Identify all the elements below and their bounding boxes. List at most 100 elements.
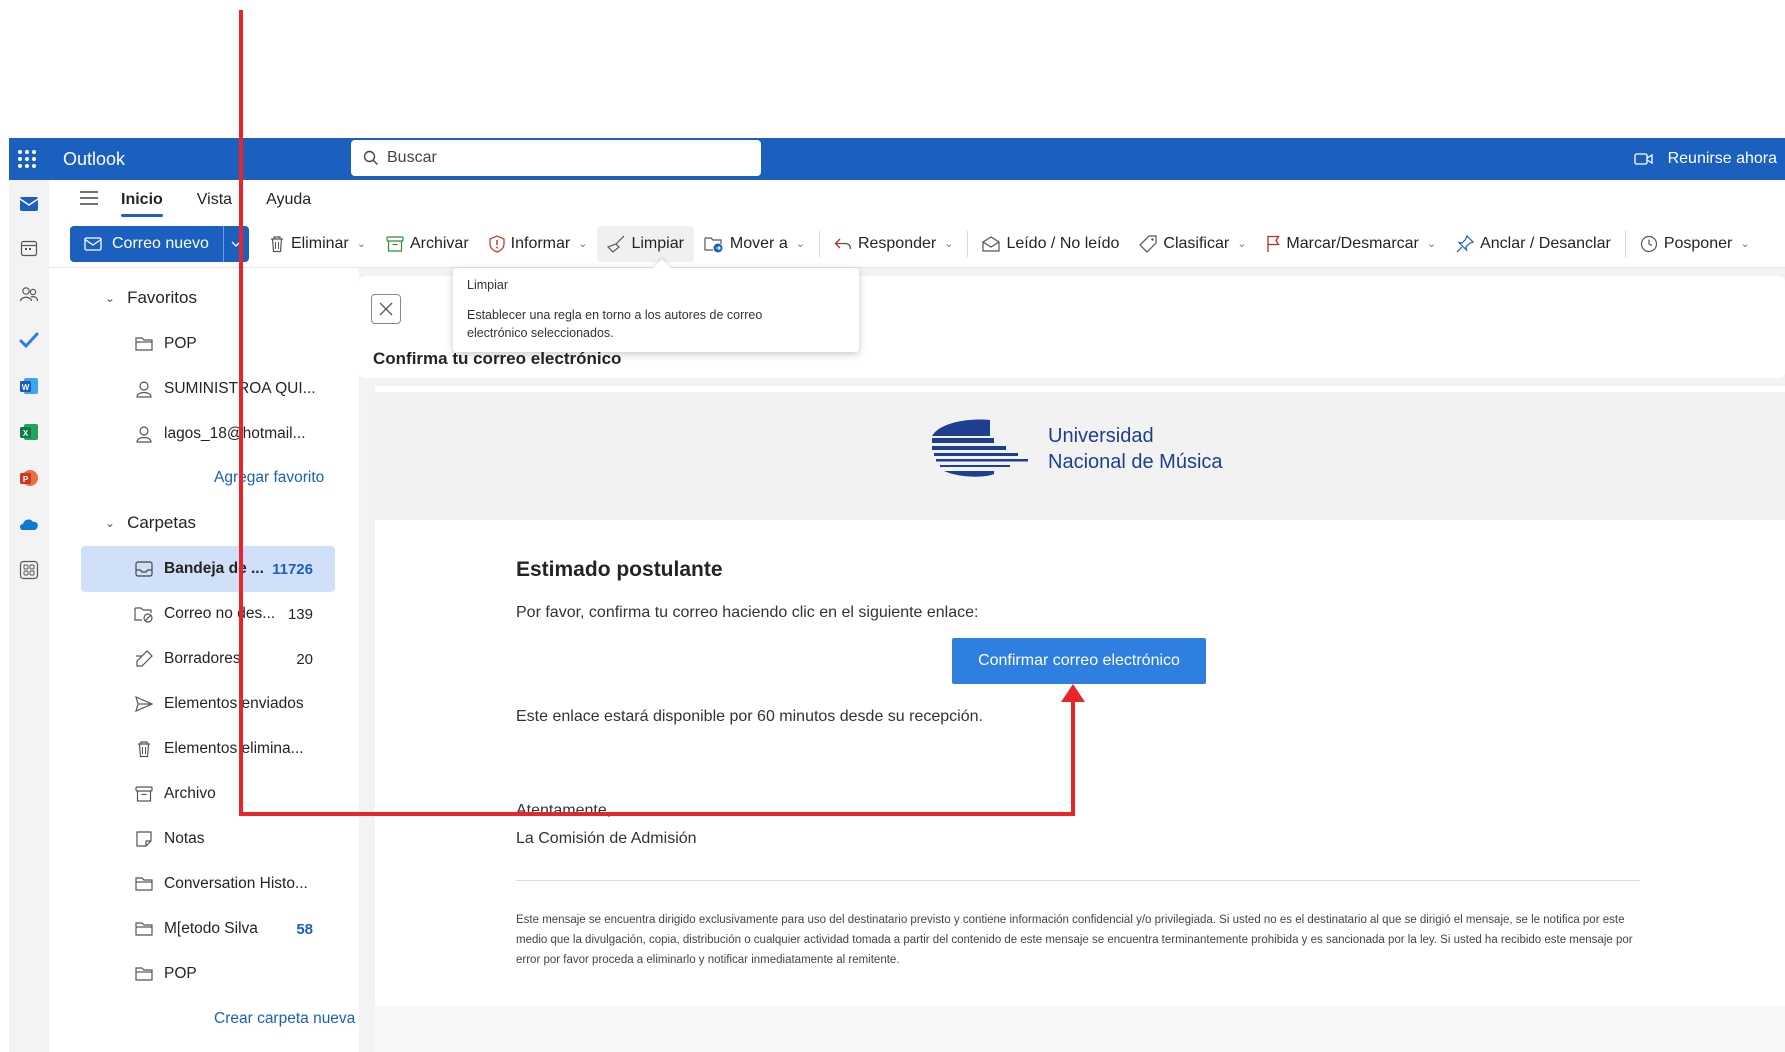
drafts-icon [134,650,154,668]
flag-button[interactable]: Marcar/Desmarcar ⌄ [1256,226,1446,262]
folder-item-archive[interactable]: Archivo [81,774,335,814]
university-logo-text: Universidad Nacional de Música [1048,423,1223,475]
folder-label: M[etodo Silva [164,920,258,937]
tag-icon [1139,234,1158,253]
chevron-down-icon[interactable]: ⌄ [578,237,587,250]
new-mail-main[interactable]: Correo nuevo [70,225,223,262]
add-favorite-link[interactable]: Agregar favorito [214,469,324,487]
folder-item-inbox[interactable]: Bandeja de ... 11726 [81,546,335,592]
confirm-email-button[interactable]: Confirmar correo electrónico [952,638,1206,684]
archive-icon [386,235,404,252]
university-logo: Universidad Nacional de Música [930,416,1223,482]
snooze-button[interactable]: Posponer ⌄ [1630,226,1760,262]
favorite-item-contact[interactable]: SUMINISTROA QUI... [81,369,335,409]
sweep-button[interactable]: Limpiar [597,225,694,262]
move-to-label: Mover a [729,234,788,252]
delete-label: Eliminar [290,234,349,252]
new-mail-label: Correo nuevo [112,234,209,252]
delete-button[interactable]: Eliminar ⌄ [259,226,376,262]
folder-item-drafts[interactable]: Borradores 20 [81,639,335,679]
meet-now-label: Reunirse ahora [1667,150,1777,167]
reply-button[interactable]: Responder ⌄ [824,226,964,262]
divider [1624,230,1626,257]
people-icon[interactable] [17,282,41,306]
archive-button[interactable]: Archivar [376,226,479,262]
pin-button[interactable]: Anclar / Desanclar [1446,226,1621,262]
unread-count: 139 [287,605,313,623]
signature: La Comisión de Admisión [516,830,697,847]
chevron-down-icon[interactable]: ⌄ [1427,237,1436,250]
favorite-item-pop[interactable]: POP [81,324,335,364]
top-bar: Outlook Buscar Reunirse ahora [9,138,1785,180]
junk-icon [134,605,154,623]
new-mail-dropdown[interactable] [222,225,249,262]
body-line-1: Por favor, confirma tu correo haciendo c… [516,604,979,621]
chevron-down-icon[interactable]: ⌄ [796,237,805,250]
read-unread-button[interactable]: Leído / No leído [972,226,1129,262]
folder-label: Borradores [164,650,241,667]
app-rail: W X P [9,180,49,1052]
favorite-label: lagos_18@hotmail... [164,425,306,442]
command-bar: Correo nuevo Eliminar ⌄ Archivar Informa… [49,220,1785,268]
svg-text:X: X [23,429,29,438]
pin-label: Anclar / Desanclar [1480,234,1611,252]
folder-item-pop[interactable]: POP [81,954,335,994]
app-launcher-icon[interactable] [9,138,45,180]
shield-alert-icon [489,234,505,253]
powerpoint-icon[interactable]: P [17,466,41,490]
categorize-button[interactable]: Clasificar ⌄ [1129,226,1256,262]
new-mail-button[interactable]: Correo nuevo [70,225,249,262]
excel-icon[interactable]: X [17,420,41,444]
search-input[interactable]: Buscar [351,140,761,176]
folder-move-icon [704,236,723,252]
move-to-button[interactable]: Mover a ⌄ [694,226,815,262]
chevron-down-icon[interactable]: ⌄ [357,237,366,250]
trash-icon [134,740,154,758]
folder-item-metodo-silva[interactable]: M[etodo Silva 58 [81,909,335,949]
university-logo-icon [932,419,1028,477]
hamburger-menu-icon[interactable] [79,190,99,211]
folder-label: POP [164,965,197,982]
folders-header[interactable]: ⌄ Carpetas [105,513,196,533]
snooze-label: Posponer [1663,234,1733,252]
folder-item-conversation-history[interactable]: Conversation Histo... [81,864,335,904]
favorite-item-contact[interactable]: lagos_18@hotmail... [81,414,335,454]
folder-item-deleted[interactable]: Elementos elimina... [81,729,335,769]
chevron-down-icon[interactable]: ⌄ [944,237,953,250]
calendar-icon[interactable] [17,236,41,260]
chevron-down-icon[interactable]: ⌄ [1237,237,1246,250]
tab-inicio[interactable]: Inicio [121,191,163,217]
folders-label: Carpetas [127,513,197,532]
message-body: Universidad Nacional de Música Estimado … [375,386,1785,1052]
folder-label: Archivo [164,785,216,802]
todo-icon[interactable] [17,328,41,352]
envelope-icon [84,236,102,251]
flag-label: Marcar/Desmarcar [1286,234,1419,252]
email-header-band: Universidad Nacional de Música [375,392,1785,520]
chevron-down-icon: ⌄ [105,291,116,305]
folder-item-notes[interactable]: Notas [81,819,335,859]
favorites-header[interactable]: ⌄ Favoritos [105,288,197,308]
mail-icon[interactable] [17,192,41,216]
chevron-down-icon[interactable]: ⌄ [1740,237,1749,250]
report-button[interactable]: Informar ⌄ [479,226,598,262]
folder-item-sent[interactable]: Elementos enviados [81,684,335,724]
close-button[interactable] [371,294,401,324]
favorite-label: SUMINISTROA QUI... [164,380,316,397]
folder-label: Elementos elimina... [164,740,304,757]
reply-icon [834,238,852,249]
folder-label: Bandeja de ... [164,560,264,577]
sweep-tooltip: Limpiar Establecer una regla en torno a … [453,259,859,352]
tab-ayuda[interactable]: Ayuda [266,191,311,209]
folder-item-junk[interactable]: Correo no des... 139 [81,594,335,634]
onedrive-icon[interactable] [17,512,41,536]
tab-vista[interactable]: Vista [197,191,232,209]
legal-disclaimer: Este mensaje se encuentra dirigido exclu… [516,914,1633,966]
word-icon[interactable]: W [17,374,41,398]
report-label: Informar [510,234,571,252]
search-placeholder: Buscar [387,149,437,166]
favorite-label: POP [164,335,197,352]
meet-now-button[interactable]: Reunirse ahora [1633,138,1777,180]
more-apps-icon[interactable] [17,558,41,582]
create-folder-link[interactable]: Crear carpeta nueva [214,1010,355,1028]
